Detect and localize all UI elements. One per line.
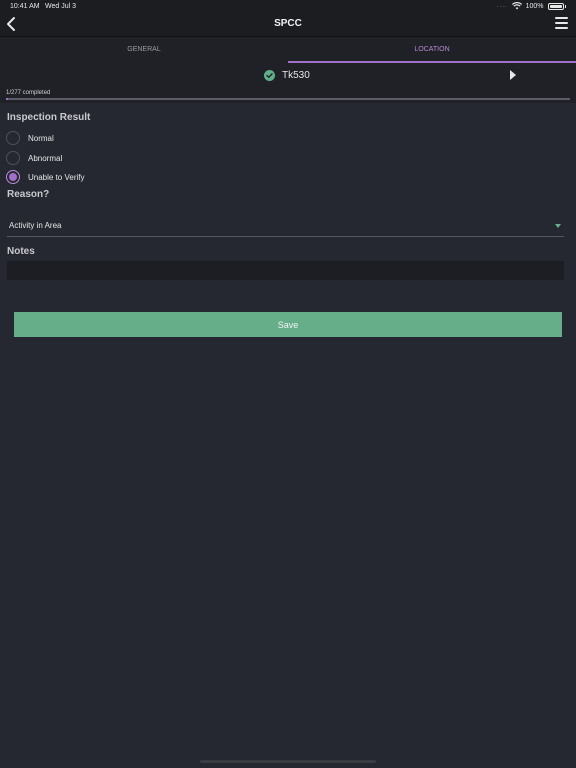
radio-button[interactable] [6,151,20,165]
reason-heading: Reason? [7,189,50,200]
battery-percent: 100% [525,2,544,10]
battery-icon [547,2,564,10]
dropdown-caret-icon [555,224,561,228]
progress-bar-fill [6,98,9,100]
radio-option-abnormal[interactable]: Abnormal [6,150,62,166]
status-indicators: .... 100% [497,2,566,10]
inspection-result-heading: Inspection Result [7,112,91,123]
tab-location[interactable]: LOCATION [288,37,576,63]
radio-label: Unable to Verify [28,172,85,182]
current-item-row: Tk530 [0,63,576,89]
item-name: Tk530 [282,70,310,81]
tab-bar: GENERAL LOCATION [0,37,576,63]
wifi-icon [511,2,522,10]
cellular-signal-icon: .... [496,3,508,9]
home-indicator [200,760,376,763]
status-date: Wed Jul 3 [45,3,76,10]
progress-bar [6,98,570,100]
tab-general[interactable]: GENERAL [0,37,288,63]
status-bar: 10:41 AM Wed Jul 3 .... 100% [0,0,576,14]
progress-section: 1/277 completed [0,89,576,103]
progress-text: 1/277 completed [6,90,51,96]
notes-input[interactable] [7,261,564,280]
reason-selected-value: Activity in Area [9,221,62,230]
page-title: SPCC [274,18,302,29]
next-item-arrow-icon[interactable] [509,70,517,80]
hamburger-menu-icon[interactable] [555,17,568,29]
radio-label: Abnormal [28,153,63,163]
radio-button[interactable] [6,131,20,145]
radio-label: Normal [28,133,54,143]
reason-dropdown[interactable]: Activity in Area [7,216,564,237]
notes-heading: Notes [7,246,35,257]
save-button[interactable]: Save [14,312,562,337]
battery-nub [564,4,566,8]
navigation-bar: SPCC [0,14,576,37]
radio-option-unable-to-verify[interactable]: Unable to Verify [6,169,84,185]
check-circle-icon [264,70,275,81]
radio-button-selected[interactable] [6,170,20,184]
radio-option-normal[interactable]: Normal [6,130,54,146]
status-time: 10:41 AM [10,3,40,10]
